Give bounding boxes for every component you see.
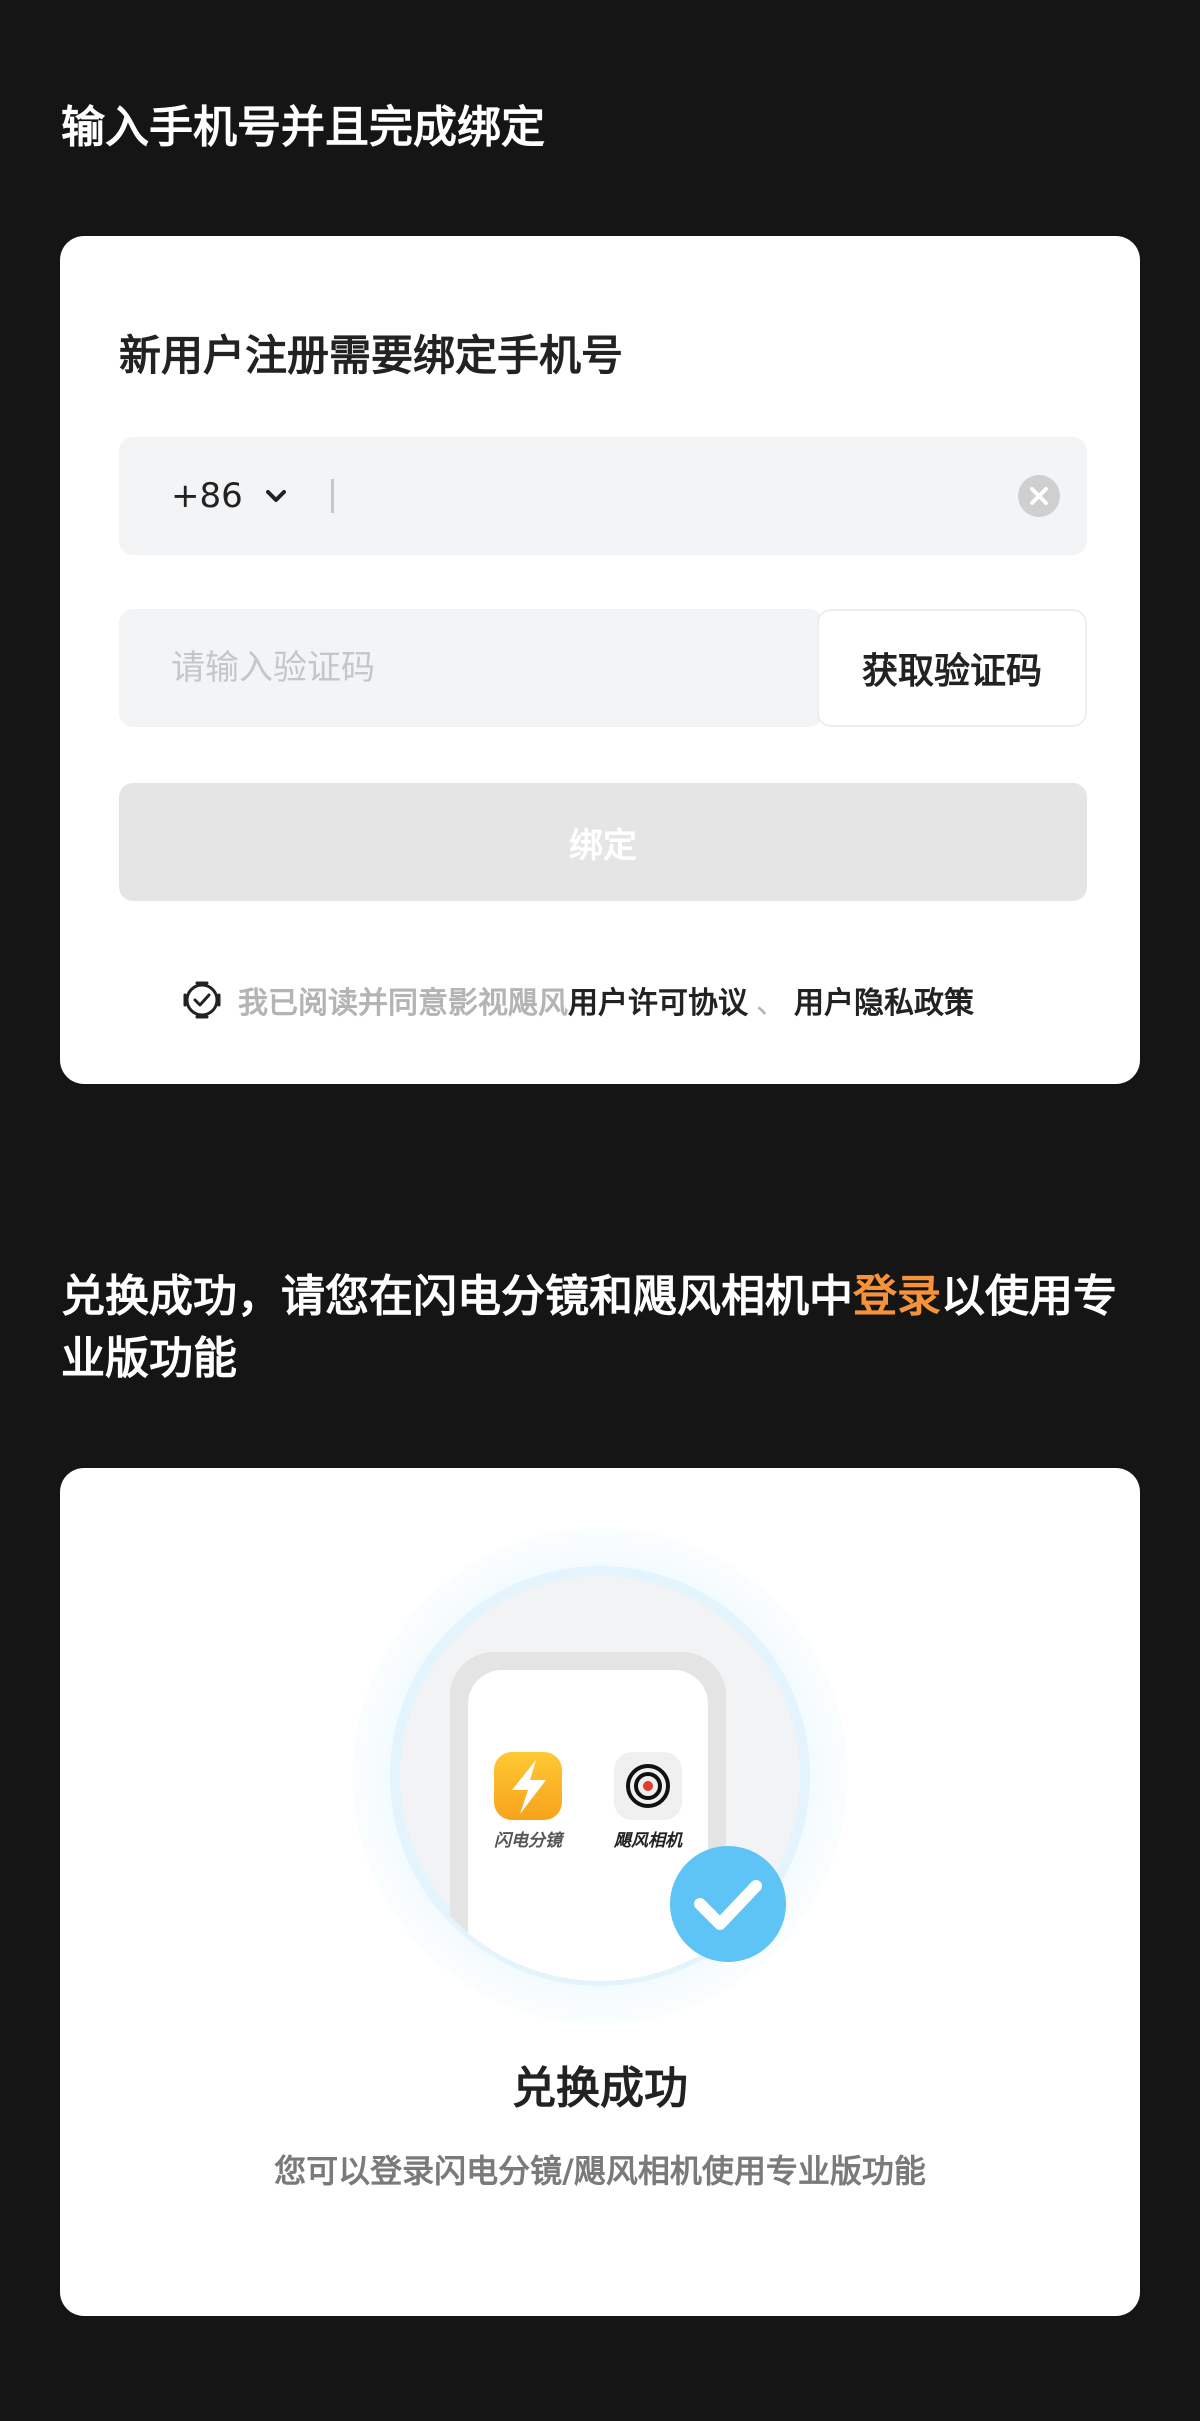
field-divider — [331, 479, 334, 513]
get-code-button[interactable]: 获取验证码 — [817, 609, 1087, 727]
redeem-success-card: 闪电分镜 飓风相机 兑换成功 您可以登录闪电分镜/飓风相机使用专业版功能 — [60, 1468, 1140, 2316]
bind-section-title: 输入手机号并且完成绑定 — [61, 102, 545, 153]
login-highlight: 登录 — [853, 1271, 941, 1322]
success-illustration: 闪电分镜 飓风相机 — [352, 1528, 848, 2024]
app2-label: 飓风相机 — [613, 1831, 683, 1851]
app1-label: 闪电分镜 — [494, 1831, 565, 1851]
success-title: 兑换成功 — [512, 2063, 688, 2114]
user-agreement-link[interactable]: 用户许可协议 — [568, 978, 748, 1022]
title-text: 兑换成功，请您在闪电分镜和飓风相机中 — [61, 1271, 853, 1322]
camera-lens-app-icon — [614, 1752, 682, 1820]
verification-code-input[interactable] — [171, 629, 791, 707]
verification-code-field[interactable] — [119, 609, 823, 727]
success-subtitle: 您可以登录闪电分镜/飓风相机使用专业版功能 — [274, 2152, 926, 2190]
lightning-app-icon — [494, 1752, 562, 1820]
chevron-down-icon[interactable] — [259, 479, 293, 513]
redeem-section-title: 兑换成功，请您在闪电分镜和飓风相机中登录以使用专业版功能 — [61, 1266, 1151, 1390]
bind-button[interactable]: 绑定 — [119, 783, 1087, 901]
privacy-policy-link[interactable]: 用户隐私政策 — [794, 978, 974, 1022]
phone-field[interactable]: +86 — [119, 437, 1087, 555]
phone-input[interactable] — [349, 457, 989, 535]
agreement-row: 我已阅读并同意影视飓风 用户许可协议 、 用户隐私政策 — [182, 978, 974, 1022]
agreement-prefix: 我已阅读并同意影视飓风 — [238, 986, 568, 1021]
clear-circle-icon[interactable] — [1017, 474, 1061, 518]
agreement-separator: 、 — [756, 986, 786, 1021]
check-circle-icon — [670, 1846, 786, 1962]
form-heading: 新用户注册需要绑定手机号 — [119, 331, 624, 380]
checkbox-checked-icon[interactable] — [182, 980, 222, 1020]
country-code-selector[interactable]: +86 — [171, 437, 243, 555]
bind-phone-card: 新用户注册需要绑定手机号 +86 获取验证码 绑定 我已阅读并同意影视飓风 用户… — [60, 236, 1140, 1084]
